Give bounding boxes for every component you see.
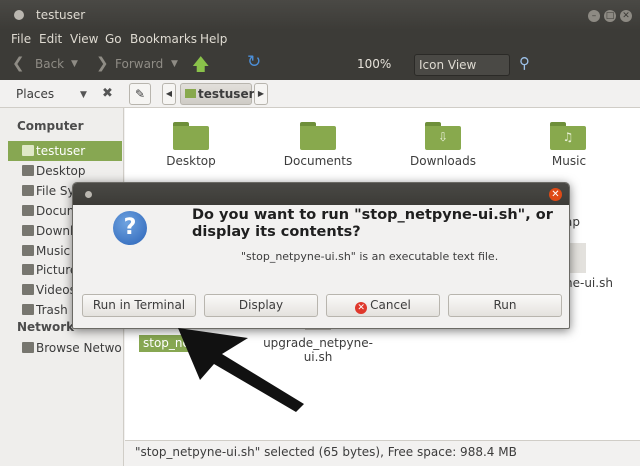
menu-file[interactable]: File [11,32,31,46]
up-arrow-icon[interactable]: 🡅 [192,52,209,81]
script-file-icon[interactable] [568,243,586,273]
toolbar: ❮ Back ▼ ❯ Forward ▼ 🡅 ✕ ↻ 100% ⚲ [0,50,640,122]
sidebar-item-label: Music [36,244,71,258]
cancel-icon: ✕ [355,302,368,314]
close-icon[interactable]: ✕ [620,10,632,22]
sidebar-item-label: Desktop [36,164,86,178]
network-icon [22,342,34,353]
run-button[interactable]: Run [448,294,562,317]
videos-folder-icon [22,284,34,295]
reload-icon[interactable]: ↻ [247,52,261,72]
menu-bookmarks[interactable]: Bookmarks [130,32,197,46]
sidebar-item-label: testuser [36,144,86,158]
sidebar-heading-computer: Computer [17,119,84,133]
dialog-title-bar: ✕ [73,183,569,205]
button-label: Run [493,298,517,312]
folder-icon [22,205,34,216]
maximize-icon[interactable]: □ [604,10,616,22]
folder-label-music[interactable]: Music [509,154,629,168]
breadcrumb-label: testuser [198,87,255,101]
sidebar-item-label: Browse Network [36,341,122,355]
close-sidebar-icon[interactable]: ✖ [102,86,113,101]
menu-view[interactable]: View [70,32,98,46]
sidebar-bottom [0,440,124,466]
button-label: Cancel [370,298,411,312]
sidebar-item-testuser[interactable]: testuser [8,141,122,161]
file-manager-window: testuser – □ ✕ File Edit View Go Bookmar… [0,0,640,466]
status-bar: "stop_netpyne-ui.sh" selected (65 bytes)… [125,440,640,466]
cancel-button[interactable]: ✕ Cancel [326,294,440,317]
run-in-terminal-button[interactable]: Run in Terminal [82,294,196,317]
annotation-arrow-icon [178,328,304,412]
forward-history-icon[interactable]: ▼ [171,59,178,69]
music-folder-icon [22,245,34,256]
trash-icon [22,304,34,315]
pictures-folder-icon [22,264,34,275]
sidebar-mode-select[interactable]: Places [16,87,54,101]
home-folder-icon [22,145,34,156]
folder-label-desktop[interactable]: Desktop [131,154,251,168]
menu-edit[interactable]: Edit [39,32,62,46]
search-icon[interactable]: ⚲ [519,54,530,72]
crumb-left-button[interactable]: ◀ [162,83,176,105]
window-title: testuser [36,8,86,22]
forward-button[interactable]: Forward [115,57,163,71]
forward-arrow-icon[interactable]: ❯ [96,54,109,72]
title-bar: testuser – □ ✕ [0,0,640,30]
back-history-icon[interactable]: ▼ [71,59,78,69]
view-mode-value: Icon View [419,58,477,72]
drive-icon [22,185,34,196]
folder-icon[interactable] [173,122,209,150]
crumb-right-button[interactable]: ▶ [254,83,268,105]
question-icon: ? [113,211,147,245]
display-button[interactable]: Display [204,294,318,317]
button-label: Display [238,298,284,312]
sidebar-item-desktop[interactable]: Desktop [8,161,122,181]
zoom-level: 100% [357,57,392,71]
sidebar-mode-dropdown-icon[interactable]: ▼ [80,90,87,100]
pencil-icon: ✎ [134,87,146,101]
location-bar [0,80,640,108]
status-text: "stop_netpyne-ui.sh" selected (65 bytes)… [135,445,517,459]
menu-bar: File Edit View Go Bookmarks Help [0,30,640,50]
run-or-display-dialog: ✕ ? Do you want to run "stop_netpyne-ui.… [72,182,570,329]
downloads-folder-icon[interactable]: ⇩ [425,122,461,150]
menu-go[interactable]: Go [105,32,122,46]
home-folder-icon [185,89,196,98]
folder-label-downloads[interactable]: Downloads [383,154,503,168]
view-mode-select[interactable]: Icon View [414,54,510,76]
sidebar-item-label: Trash [36,303,68,317]
desktop-icon [22,165,34,176]
back-button[interactable]: Back [35,57,64,71]
dialog-app-icon [85,191,92,198]
music-folder-icon[interactable]: ♫ [550,122,586,150]
sidebar-item-label: Videos [36,283,76,297]
menu-help[interactable]: Help [200,32,227,46]
sidebar-item-browse-network[interactable]: Browse Network [8,338,122,358]
folder-icon [22,225,34,236]
breadcrumb[interactable]: testuser [180,83,255,105]
dialog-subtext: "stop_netpyne-ui.sh" is an executable te… [241,250,499,263]
file-label-partial[interactable]: ne-ui.sh [565,276,613,290]
dialog-heading: Do you want to run "stop_netpyne-ui.sh",… [192,207,553,240]
edit-location-button[interactable]: ✎ [129,83,151,105]
minimize-icon[interactable]: – [588,10,600,22]
dialog-close-icon[interactable]: ✕ [549,188,562,201]
button-label: Run in Terminal [92,298,186,312]
back-arrow-icon[interactable]: ❮ [12,54,25,72]
folder-icon[interactable] [300,122,336,150]
sidebar-heading-network: Network [17,320,75,334]
app-icon [14,10,24,20]
folder-label-documents[interactable]: Documents [258,154,378,168]
